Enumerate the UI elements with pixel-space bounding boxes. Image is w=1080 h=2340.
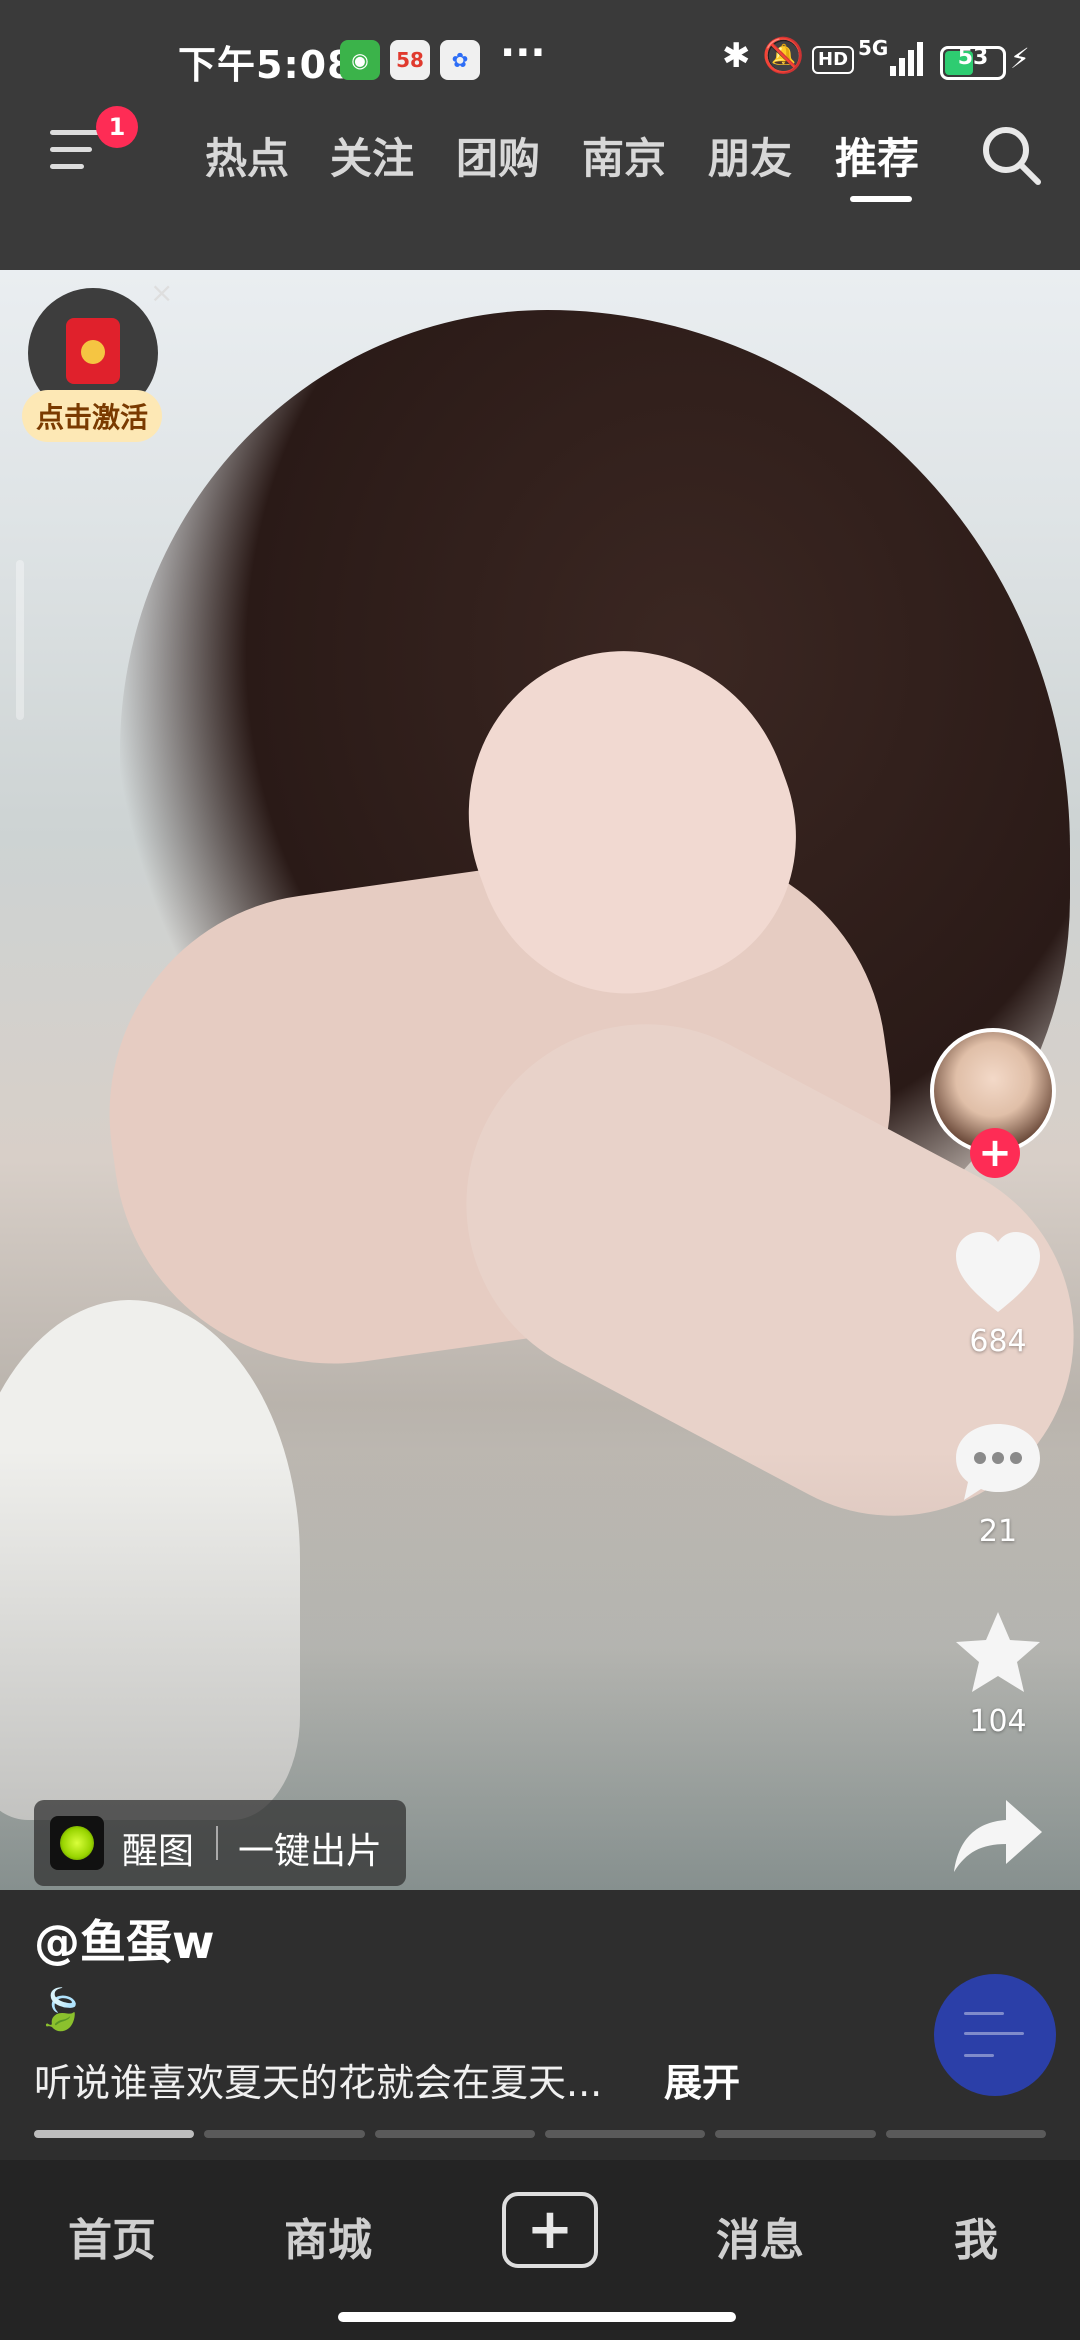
tool-name: 醒图: [122, 1831, 195, 1872]
network-type: 5G: [858, 36, 889, 60]
home-indicator: [338, 2312, 736, 2322]
progress-segment: [885, 2130, 1046, 2138]
close-icon[interactable]: ×: [150, 276, 173, 309]
more-notifications-icon: ···: [500, 30, 546, 76]
activate-button[interactable]: 点击激活: [22, 390, 162, 442]
battery-level: 53: [957, 45, 989, 70]
xingtu-logo-icon: [50, 1816, 104, 1870]
create-button[interactable]: +: [502, 2192, 598, 2268]
menu-button[interactable]: [50, 130, 104, 170]
like-button[interactable]: 684: [950, 1228, 1046, 1359]
baidu-icon: ✿: [440, 40, 480, 80]
favorite-count: 104: [969, 1704, 1027, 1739]
like-count: 684: [969, 1324, 1027, 1359]
favorite-button[interactable]: 104: [950, 1608, 1046, 1739]
author-name[interactable]: @鱼蛋w: [34, 1906, 215, 1972]
comment-icon: [956, 1424, 1040, 1500]
tab-group-buy[interactable]: 团购: [456, 125, 540, 186]
tab-nanjing[interactable]: 南京: [582, 125, 666, 186]
active-tab-indicator: [850, 196, 912, 202]
progress-segment: [204, 2130, 365, 2138]
image-progress-bar: [34, 2130, 1046, 2138]
hd-voice-badge: HD: [812, 46, 855, 74]
battery-icon: 53: [940, 45, 1006, 80]
heart-icon: [956, 1232, 1040, 1312]
wechat-icon: ◉: [340, 40, 380, 80]
tab-friends[interactable]: 朋友: [708, 125, 792, 186]
bottom-tab-me[interactable]: 我: [954, 2204, 998, 2268]
58-icon: 58: [390, 40, 430, 80]
tool-anchor[interactable]: 醒图 一键出片: [34, 1800, 406, 1886]
bottom-tab-mall[interactable]: 商城: [284, 2204, 372, 2268]
bluetooth-icon: ✱: [722, 36, 751, 76]
tab-following[interactable]: 关注: [330, 125, 414, 186]
star-icon: [956, 1612, 1040, 1692]
signal-icon: [890, 40, 926, 76]
side-pull-handle[interactable]: [16, 560, 24, 720]
post-caption[interactable]: 听说谁喜欢夏天的花就会在夏天...: [34, 2052, 602, 2107]
search-icon[interactable]: [978, 122, 1044, 188]
expand-caption-button[interactable]: 展开: [664, 2052, 740, 2107]
post-media[interactable]: [0, 270, 1080, 1890]
charging-icon: ⚡: [1010, 42, 1030, 75]
tool-action: 一键出片: [238, 1831, 383, 1872]
music-disc[interactable]: [934, 1974, 1056, 2096]
share-arrow-icon: [954, 1800, 1042, 1872]
tab-recommended[interactable]: 推荐: [835, 125, 919, 186]
status-time: 下午5:08: [178, 43, 355, 87]
comment-count: 21: [978, 1514, 1018, 1549]
status-bar: 下午5:08 ◉ 58 ✿ ··· ✱ 🔕 HD 5G 53 ⚡: [0, 0, 1080, 120]
progress-segment: [34, 2130, 195, 2138]
menu-notification-badge: 1: [96, 106, 138, 148]
tab-hot[interactable]: 热点: [205, 125, 289, 186]
follow-button[interactable]: +: [970, 1128, 1020, 1178]
progress-segment: [544, 2130, 706, 2138]
bottom-tab-messages[interactable]: 消息: [716, 2204, 804, 2268]
comment-button[interactable]: 21: [950, 1418, 1046, 1549]
mute-bell-icon: 🔕: [762, 36, 805, 76]
leaf-emoji: 🍃: [36, 1987, 86, 2033]
progress-segment: [374, 2130, 535, 2138]
bottom-tab-home[interactable]: 首页: [68, 2204, 156, 2268]
progress-segment: [715, 2130, 876, 2138]
